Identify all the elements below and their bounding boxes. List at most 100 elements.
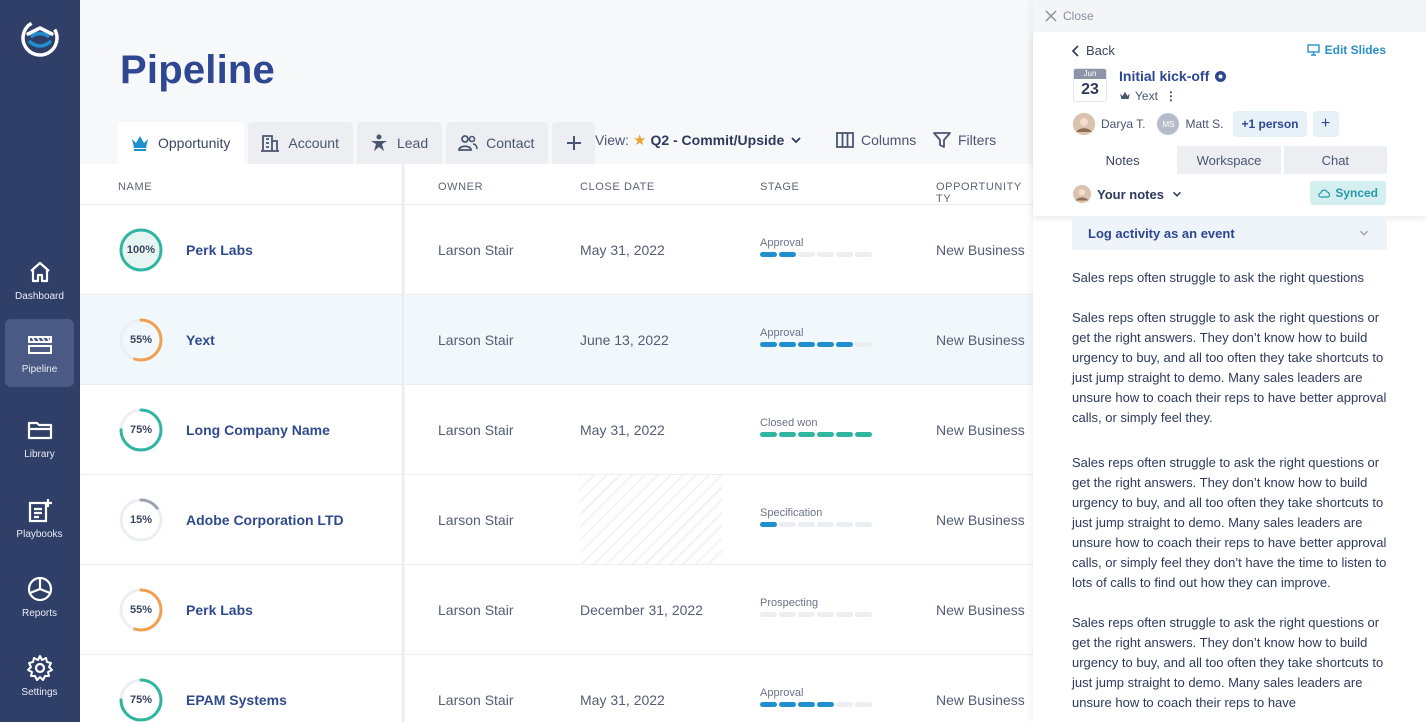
probability-ring: 75%	[118, 407, 164, 453]
tab-chat[interactable]: Chat	[1283, 146, 1387, 174]
nav-settings[interactable]: Settings	[5, 642, 74, 710]
stage-segment	[836, 342, 853, 347]
contacts-icon	[458, 135, 478, 151]
stage-segment	[798, 612, 815, 617]
settings-badge-icon[interactable]	[1214, 70, 1227, 83]
logo-icon[interactable]	[18, 16, 62, 60]
company-name-link[interactable]: Perk Labs	[186, 602, 253, 618]
stage-segment	[817, 522, 834, 527]
company-name-link[interactable]: Long Company Name	[186, 422, 330, 438]
nav-playbooks[interactable]: Playbooks	[5, 484, 74, 552]
table-row[interactable]: 75% Long Company Name Larson Stair May 3…	[80, 385, 1033, 475]
your-notes-label: Your notes	[1097, 186, 1164, 202]
table-row[interactable]: 15% Adobe Corporation LTD Larson Stair S…	[80, 475, 1033, 565]
log-activity-dropdown[interactable]: Log activity as an event	[1072, 216, 1387, 250]
close-button[interactable]: Close	[1045, 9, 1094, 23]
log-activity-label: Log activity as an event	[1088, 225, 1235, 241]
stage-segment	[760, 522, 777, 527]
stage-segment	[855, 612, 872, 617]
tab-label: Contact	[486, 135, 535, 151]
tab-contact[interactable]: Contact	[446, 122, 549, 164]
stage-segment	[855, 432, 872, 437]
back-button[interactable]: Back	[1071, 43, 1115, 58]
stage-segment	[836, 612, 853, 617]
probability-value: 15%	[129, 514, 153, 526]
filter-icon	[933, 132, 951, 148]
page-title: Pipeline	[120, 48, 275, 92]
filters-button[interactable]: Filters	[933, 131, 996, 149]
person-avatar-icon	[1073, 113, 1095, 135]
star-icon: ★	[632, 132, 647, 149]
stage-label: Closed won	[760, 417, 818, 429]
nav-reports[interactable]: Reports	[5, 563, 74, 631]
nav-library[interactable]: Library	[5, 404, 74, 472]
empty-close-date-cell[interactable]	[580, 475, 722, 564]
stage-cell: Approval	[760, 687, 872, 707]
edit-slides-button[interactable]: Edit Slides	[1306, 43, 1386, 57]
add-person-button[interactable]: +	[1312, 111, 1339, 137]
person-avatar-icon	[1073, 185, 1091, 203]
tab-opportunity[interactable]: Opportunity	[118, 122, 245, 164]
your-notes-dropdown[interactable]: Your notes	[1073, 185, 1184, 203]
table-row[interactable]: 75% EPAM Systems Larson Stair May 31, 20…	[80, 655, 1033, 722]
avatar[interactable]: MS	[1157, 113, 1180, 135]
more-vertical-icon[interactable]: ⋮	[1165, 89, 1177, 103]
company-name-link[interactable]: Yext	[186, 332, 215, 348]
table-row[interactable]: 100% Perk Labs Larson Stair May 31, 2022…	[80, 205, 1033, 295]
nav-label: Settings	[21, 687, 58, 698]
company-name-link[interactable]: EPAM Systems	[186, 692, 287, 708]
panel-topbar: Close	[1033, 0, 1426, 32]
stage-label: Specification	[760, 507, 823, 519]
column-header-owner[interactable]: OWNER	[438, 181, 483, 193]
opportunity-type-cell: New Business	[936, 242, 1025, 258]
avatar[interactable]	[1073, 113, 1095, 135]
entity-tabs: Opportunity Account Lead Contact	[118, 122, 596, 164]
column-header-stage[interactable]: STAGE	[760, 181, 799, 193]
stage-label: Prospecting	[760, 597, 819, 609]
nav-pipeline[interactable]: Pipeline	[5, 319, 74, 387]
probability-value: 75%	[129, 424, 153, 436]
home-icon	[29, 261, 50, 283]
synced-badge: Synced	[1310, 181, 1386, 205]
stage-segment	[817, 702, 834, 707]
columns-button[interactable]: Columns	[836, 131, 916, 149]
note-paragraph: Sales reps often struggle to ask the rig…	[1072, 455, 1387, 590]
stage-cell: Approval	[760, 327, 872, 347]
view-selector[interactable]: View: ★ Q2 - Commit/Upside	[595, 131, 804, 149]
event-company[interactable]: Yext ⋮	[1119, 89, 1177, 103]
stage-segment	[817, 432, 834, 437]
chevron-left-icon	[1071, 44, 1079, 57]
column-header-close-date[interactable]: CLOSE DATE	[580, 181, 655, 193]
notes-content[interactable]: Sales reps often struggle to ask the rig…	[1072, 268, 1392, 722]
close-icon	[1045, 10, 1057, 22]
pipeline-icon	[27, 336, 52, 354]
tab-notes[interactable]: Notes	[1071, 146, 1175, 174]
tab-account[interactable]: Account	[248, 122, 353, 164]
more-people-button[interactable]: +1 person	[1233, 111, 1307, 137]
view-label: View:	[595, 132, 629, 148]
stage-segment	[798, 702, 815, 707]
owner-cell: Larson Stair	[438, 332, 514, 348]
close-date-cell: May 31, 2022	[580, 242, 665, 258]
probability-value: 75%	[129, 694, 153, 706]
column-header-name[interactable]: NAME	[118, 181, 152, 193]
nav-dashboard[interactable]: Dashboard	[5, 246, 74, 314]
stage-segment	[798, 252, 815, 257]
add-tab-button[interactable]	[552, 122, 596, 164]
back-label: Back	[1086, 43, 1115, 58]
stage-label: Approval	[760, 687, 804, 699]
column-header-type[interactable]: OPPORTUNITY TY	[936, 181, 1033, 205]
tab-workspace[interactable]: Workspace	[1177, 146, 1281, 174]
table-row[interactable]: 55% Perk Labs Larson Stair December 31, …	[80, 565, 1033, 655]
panel-tabs: Notes Workspace Chat	[1071, 146, 1387, 174]
company-name-link[interactable]: Adobe Corporation LTD	[186, 512, 344, 528]
tab-lead[interactable]: Lead	[356, 122, 443, 164]
stage-segment	[798, 342, 815, 347]
crown-icon	[1120, 91, 1130, 99]
table-row[interactable]: 55% Yext Larson Stair June 13, 2022 Appr…	[80, 295, 1033, 385]
owner-cell: Larson Stair	[438, 422, 514, 438]
stage-label: Approval	[760, 237, 804, 249]
attendees: Darya T. MS Matt S. +1 person +	[1073, 111, 1339, 137]
company-name-link[interactable]: Perk Labs	[186, 242, 253, 258]
stage-segment	[760, 432, 777, 437]
